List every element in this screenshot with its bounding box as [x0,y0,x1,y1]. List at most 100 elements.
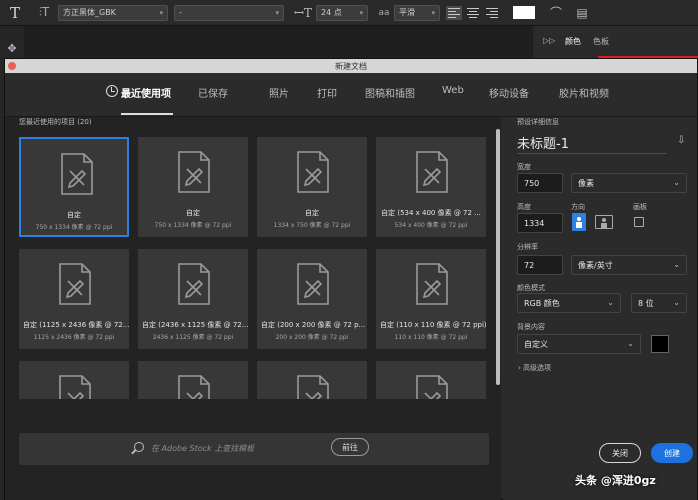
preset-dimensions: 110 x 110 像素 @ 72 ppi [394,334,468,341]
dialog-titlebar: 新建文档 [5,59,697,73]
text-color-swatch[interactable] [513,6,535,19]
color-mode-dropdown[interactable]: RGB 颜色 ⌄ [517,293,621,313]
document-preset-icon [58,375,92,399]
advanced-options-toggle[interactable]: › 高级选项 [518,363,551,373]
chevron-down-icon: ⌄ [607,298,614,307]
character-panel-icon[interactable]: ▤ [569,6,595,20]
preset-name: 自定 [305,209,319,217]
tab-saved[interactable]: 已保存 [198,85,228,100]
category-tabs: 最近使用项 已保存 照片 打印 图稿和插图 Web 移动设备 胶片和视频 [5,73,697,117]
resolution-input[interactable]: 72 [517,255,563,275]
preset-dimensions: 750 x 1334 像素 @ 72 ppi [154,222,232,229]
antialias-icon: aa [378,7,390,18]
search-icon [134,442,144,452]
resolution-unit-dropdown[interactable]: 像素/英寸 ⌄ [571,255,687,275]
font-style-dropdown[interactable]: - ▾ [174,4,284,21]
height-input[interactable]: 1334 [517,213,563,233]
bit-depth-dropdown[interactable]: 8 位 ⌄ [631,293,687,313]
tab-swatches[interactable]: 色板 [593,36,609,47]
preset-dimensions: 200 x 200 像素 @ 72 ppi [275,334,349,341]
preset-name: 自定 (1125 x 2436 像素 @ 72... [23,321,129,329]
document-preset-icon [296,151,330,193]
advanced-options-label: 高级选项 [523,364,552,372]
tab-film-video[interactable]: 胶片和视频 [559,85,609,100]
options-bar: T ⫶T 方正黑体_GBK ▾ - ▾ ꟷT 24 点 ▾ aa 平滑 ▾ ⌒ ▤ [0,0,698,26]
landscape-icon[interactable] [595,215,613,229]
background-contents-label: 背景内容 [517,323,545,331]
align-left-icon[interactable] [446,5,462,20]
preset-name: 自定 (534 x 400 像素 @ 72 ... [381,209,481,217]
preset-card[interactable]: 自定 750 x 1334 像素 @ 72 ppi [138,137,248,237]
preset-name: 自定 [67,211,81,219]
text-orientation-icon[interactable]: ⫶T [30,5,58,20]
preset-card[interactable] [376,361,486,399]
preset-card[interactable]: 自定 (2436 x 1125 像素 @ 72... 2436 x 1125 像素… [138,249,248,349]
tab-photo[interactable]: 照片 [269,85,289,100]
scrollbar-thumb[interactable] [496,129,500,385]
height-label: 高度 [517,203,531,211]
go-button[interactable]: 前往 [331,438,369,456]
preset-card[interactable]: 自定 (534 x 400 像素 @ 72 ... 534 x 400 像素 @ … [376,137,486,237]
background-color-swatch[interactable] [651,335,669,353]
preset-card[interactable]: 自定 1334 x 750 像素 @ 72 ppi [257,137,367,237]
align-right-icon[interactable] [484,6,500,20]
tab-color[interactable]: 颜色 [565,36,581,47]
preset-dimensions: 2436 x 1125 像素 @ 72 ppi [152,334,234,341]
recent-items-label: 您最近使用的项目 (20) [19,118,92,126]
bit-depth-value: 8 位 [638,298,654,308]
document-name-input[interactable]: 未标题-1 [517,133,569,152]
preset-card[interactable]: 自定 750 x 1334 像素 @ 72 ppi [19,137,129,237]
panel-collapse-icon[interactable]: ▷▷ [543,36,555,45]
font-size-icon: ꟷT [294,6,312,20]
type-tool-icon[interactable]: T [0,4,30,22]
preset-scrollbar[interactable] [496,129,500,385]
document-name-underline [517,153,667,154]
align-center-icon[interactable] [465,6,481,20]
chevron-down-icon: ▾ [359,8,363,17]
width-unit-dropdown[interactable]: 像素 ⌄ [571,173,687,193]
artboards-label: 画板 [633,203,647,211]
width-input[interactable]: 750 [517,173,563,193]
document-preset-icon [177,375,211,399]
warp-text-icon[interactable]: ⌒ [543,4,569,21]
recent-count: (20) [77,118,92,126]
document-preset-icon [177,263,211,305]
preset-name: 自定 [186,209,200,217]
chevron-down-icon: ⌄ [673,178,680,187]
chevron-down-icon: ▾ [431,8,435,17]
close-button[interactable]: 关闭 [599,443,641,463]
move-tool-icon[interactable]: ✥ [0,42,24,55]
antialias-value: 平滑 [399,8,415,17]
preset-card[interactable] [19,361,129,399]
save-preset-icon[interactable]: ⇩ [677,135,685,146]
close-window-icon[interactable] [8,62,16,70]
font-family-dropdown[interactable]: 方正黑体_GBK ▾ [58,4,168,21]
tab-print[interactable]: 打印 [317,85,337,100]
document-preset-icon [296,263,330,305]
preset-name: 自定 (200 x 200 像素 @ 72 p... [261,321,366,329]
preset-card[interactable]: 自定 (110 x 110 像素 @ 72 ppi) 110 x 110 像素 @… [376,249,486,349]
color-mode-label: 颜色模式 [517,284,545,292]
chevron-down-icon: ⌄ [673,298,680,307]
antialias-dropdown[interactable]: 平滑 ▾ [394,4,440,21]
clock-icon [106,85,118,97]
preset-details-heading: 预设详细信息 [517,118,559,126]
tab-art-illustration[interactable]: 图稿和插图 [365,85,415,100]
portrait-icon[interactable] [572,213,586,231]
document-preset-icon [415,375,449,399]
preset-card[interactable] [138,361,248,399]
background-contents-dropdown[interactable]: 自定义 ⌄ [517,334,641,354]
tab-web[interactable]: Web [442,85,464,96]
preset-card[interactable]: 自定 (200 x 200 像素 @ 72 p... 200 x 200 像素 @… [257,249,367,349]
artboards-checkbox[interactable] [634,217,644,227]
tab-mobile[interactable]: 移动设备 [489,85,529,100]
tab-recent[interactable]: 最近使用项 [121,85,171,100]
create-button[interactable]: 创建 [651,443,693,463]
width-label: 宽度 [517,163,531,171]
preset-name: 自定 (110 x 110 像素 @ 72 ppi) [380,321,486,329]
stock-search-input[interactable]: 在 Adobe Stock 上查找模板 [151,443,254,454]
font-size-dropdown[interactable]: 24 点 ▾ [316,4,368,21]
preset-card[interactable] [257,361,367,399]
preset-card[interactable]: 自定 (1125 x 2436 像素 @ 72... 1125 x 2436 像素… [19,249,129,349]
document-preset-icon [296,375,330,399]
